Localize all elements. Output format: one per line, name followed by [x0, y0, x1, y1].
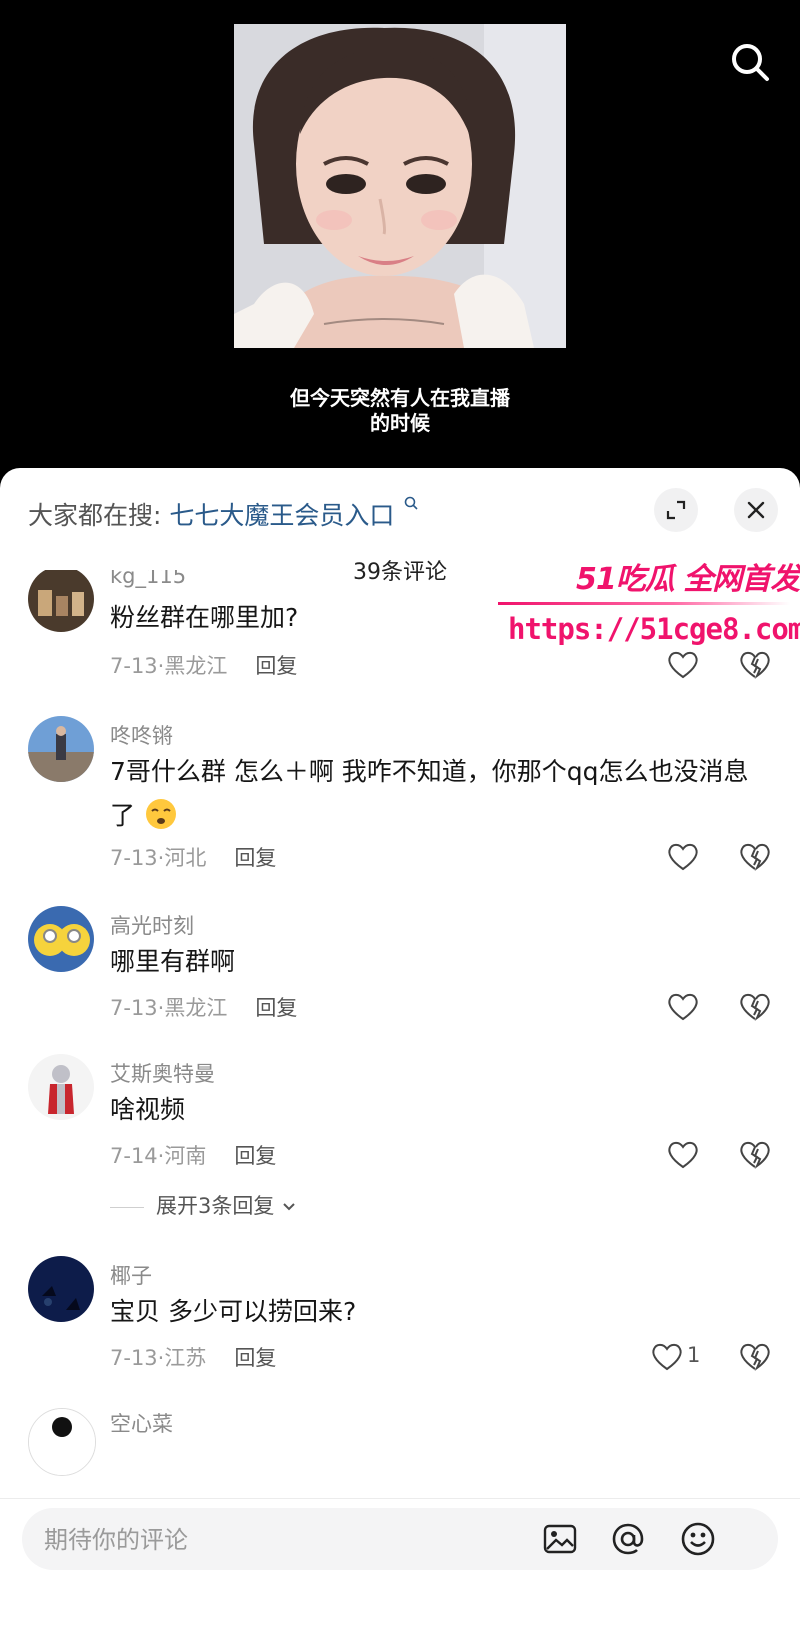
broken-heart-icon[interactable]: [738, 1139, 772, 1171]
suggestion-prefix: 大家都在搜:: [28, 501, 162, 530]
comment-meta: 7-14·河南 回复: [110, 1144, 277, 1168]
comment-region: 黑龙江: [164, 654, 228, 678]
comment-region: 河南: [164, 1144, 207, 1168]
broken-heart-icon[interactable]: [738, 1341, 772, 1373]
expand-icon[interactable]: [654, 488, 698, 532]
watermark-overlay: 51吃瓜 全网首发 https://51cge8.com: [498, 554, 800, 674]
expand-replies-label[interactable]: 展开3条回复: [156, 1194, 274, 1218]
comment-meta: 7-13·黑龙江 回复: [110, 654, 298, 678]
emoji-sticker-icon: [145, 799, 176, 829]
search-icon[interactable]: [728, 40, 772, 84]
suggestion-term[interactable]: 七七大魔王会员入口: [169, 501, 394, 530]
comment-text: 啥视频: [110, 1095, 186, 1124]
comment-date: 7-13: [110, 996, 158, 1020]
comment-date: 7-13: [110, 846, 158, 870]
video-frame: [234, 24, 566, 348]
chevron-down-icon: [283, 1203, 295, 1211]
comment-text: 哪里有群啊: [110, 947, 236, 976]
small-search-icon: [405, 496, 418, 510]
comment-text: 宝贝 多少可以捞回来?: [110, 1297, 357, 1326]
video-portrait-image: [234, 24, 566, 348]
expand-replies-button[interactable]: 展开3条回复: [110, 1190, 297, 1220]
comment-meta: 7-13·江苏 回复: [110, 1346, 277, 1370]
comment-username[interactable]: 空心菜: [110, 1408, 173, 1438]
like-count: 1: [687, 1343, 701, 1367]
broken-heart-icon[interactable]: [738, 991, 772, 1023]
caption-line: 但今天突然有人在我直播: [290, 386, 510, 410]
comment-date: 7-13: [110, 654, 158, 678]
watermark-title: 51吃瓜 全网首发: [576, 562, 800, 597]
caption-line: 的时候: [370, 411, 430, 435]
reply-button[interactable]: 回复: [234, 1144, 276, 1168]
watermark-url: https://51cge8.com: [508, 612, 800, 646]
comment-username[interactable]: 高光时刻: [110, 910, 194, 940]
comment-region: 黑龙江: [164, 996, 228, 1020]
avatar[interactable]: [28, 1256, 94, 1322]
comment-meta: 7-13·河北 回复: [110, 846, 277, 870]
reply-button[interactable]: 回复: [255, 996, 297, 1020]
avatar[interactable]: [28, 906, 94, 972]
heart-icon[interactable]: [666, 841, 700, 873]
avatar[interactable]: [28, 570, 94, 632]
comment-date: 7-14: [110, 1144, 158, 1168]
comment-text: 7哥什么群 怎么＋啊 我咋不知道，你那个qq怎么也没消息了: [110, 750, 770, 838]
comment-input[interactable]: [42, 1508, 516, 1572]
emoji-icon[interactable]: [680, 1521, 716, 1557]
comment-input-bar: [22, 1508, 778, 1572]
video-player[interactable]: 但今天突然有人在我直播 的时候: [0, 0, 800, 470]
close-icon[interactable]: [734, 488, 778, 532]
comment-list[interactable]: kg_115 粉丝群在哪里加? 7-13·黑龙江 回复 咚咚锵 7哥什么群 怎么＋…: [0, 570, 800, 1526]
heart-icon[interactable]: [650, 1341, 684, 1373]
comment-region: 河北: [164, 846, 207, 870]
input-divider: [0, 1498, 800, 1499]
heart-icon[interactable]: [666, 991, 700, 1023]
comment-username[interactable]: kg_115: [110, 570, 186, 588]
at-icon[interactable]: [610, 1521, 646, 1557]
comment-username[interactable]: 咚咚锵: [110, 720, 173, 750]
avatar[interactable]: [28, 1054, 94, 1120]
reply-button[interactable]: 回复: [234, 1346, 276, 1370]
expand-divider: [110, 1206, 144, 1208]
comment-date: 7-13: [110, 1346, 158, 1370]
broken-heart-icon[interactable]: [738, 841, 772, 873]
comment-region: 江苏: [164, 1346, 207, 1370]
avatar[interactable]: [28, 716, 94, 782]
heart-icon[interactable]: [666, 1139, 700, 1171]
comment-text-content: 7哥什么群 怎么＋啊 我咋不知道，你那个qq怎么也没消息了: [110, 757, 749, 830]
watermark-line: [498, 602, 790, 605]
reply-button[interactable]: 回复: [255, 654, 297, 678]
search-suggestion[interactable]: 大家都在搜: 七七大魔王会员入口: [28, 496, 418, 532]
comment-sheet: 大家都在搜: 七七大魔王会员入口 39条评论 51吃瓜 全网首发 https:/…: [0, 468, 800, 1649]
image-icon[interactable]: [542, 1521, 578, 1557]
reply-button[interactable]: 回复: [234, 846, 276, 870]
comment-username[interactable]: 椰子: [110, 1260, 152, 1290]
video-caption: 但今天突然有人在我直播 的时候: [0, 386, 800, 436]
comment-username[interactable]: 艾斯奥特曼: [110, 1058, 215, 1088]
avatar[interactable]: [28, 1408, 96, 1476]
comment-meta: 7-13·黑龙江 回复: [110, 996, 298, 1020]
